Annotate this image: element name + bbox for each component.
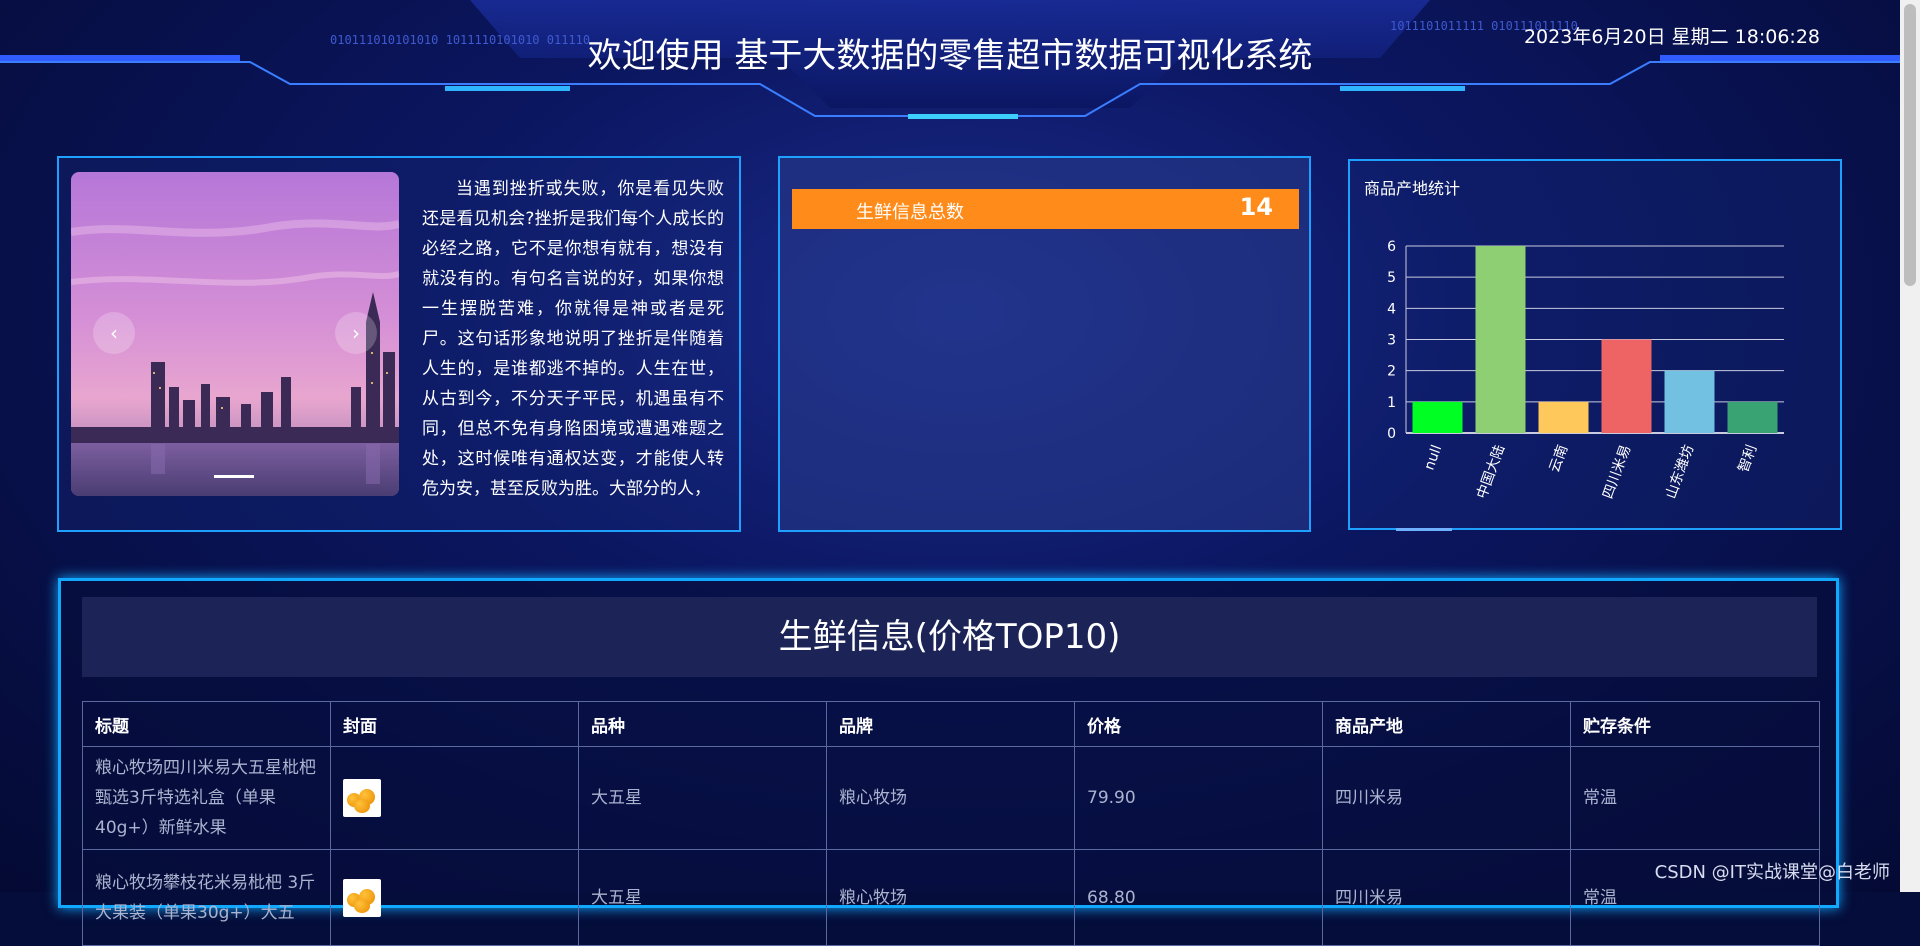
fresh-table: 标题 封面 品种 品牌 价格 商品产地 贮存条件 粮心牧场四川米易大五星枇杷 甄… [82, 701, 1820, 946]
table-row[interactable]: 粮心牧场攀枝花米易枇杷 3斤大果装（单果30g+）大五 大五星 粮心牧场 68.… [82, 849, 1820, 946]
cell-brand: 粮心牧场 [826, 746, 1075, 850]
fresh-count-label: 生鲜信息总数 [856, 202, 964, 223]
fresh-count-value: 14 [1239, 193, 1273, 221]
col-header-cover: 封面 [330, 701, 579, 747]
carousel-prev-button[interactable]: ‹ [93, 312, 135, 354]
chart-x-tick-label: 智利 [1736, 443, 1761, 475]
chart-bar [1412, 401, 1463, 433]
col-header-title: 标题 [82, 701, 331, 747]
carousel-indicator[interactable] [214, 475, 254, 478]
col-header-price: 价格 [1074, 701, 1323, 747]
fresh-table-section: 生鲜信息(价格TOP10) 标题 封面 品种 品牌 价格 商品产地 贮存条件 粮… [58, 578, 1839, 946]
chart-bar [1538, 401, 1589, 433]
chart-y-tick-label: 0 [1387, 426, 1396, 442]
chart-bar [1727, 401, 1778, 433]
table-header-row: 标题 封面 品种 品牌 价格 商品产地 贮存条件 [82, 701, 1820, 747]
cell-title: 粮心牧场攀枝花米易枇杷 3斤大果装（单果30g+）大五 [82, 849, 331, 946]
cell-variety: 大五星 [578, 746, 827, 850]
col-header-variety: 品种 [578, 701, 827, 747]
chart-x-tick-label: 四川米易 [1600, 443, 1634, 501]
origin-chart-panel: 商品产地统计 0 1 2 3 4 5 6 null 中国大陆 云南 四川米易 山东潍坊 智利 [1348, 159, 1842, 531]
cell-price: 79.90 [1074, 746, 1323, 850]
chart-y-tick-label: 6 [1387, 239, 1396, 255]
chart-bar [1664, 370, 1715, 433]
chart-y-tick-label: 4 [1387, 301, 1396, 317]
chart-x-tick-label: null [1421, 443, 1445, 472]
chart-x-tick-label: 云南 [1547, 443, 1572, 475]
chart-bar [1475, 246, 1526, 433]
table-row[interactable]: 粮心牧场四川米易大五星枇杷 甄选3斤特选礼盒（单果40g+）新鲜水果 大五星 粮… [82, 746, 1820, 850]
cell-price: 68.80 [1074, 849, 1323, 946]
header: 010111010101010 1011110101010 011110 101… [0, 0, 1900, 130]
datetime: 2023年6月20日 星期二 18:06:28 [1523, 26, 1820, 48]
cell-title: 粮心牧场四川米易大五星枇杷 甄选3斤特选礼盒（单果40g+）新鲜水果 [82, 746, 331, 850]
col-header-brand: 品牌 [826, 701, 1075, 747]
loquat-thumbnail-icon[interactable] [343, 878, 381, 917]
cell-origin: 四川米易 [1322, 849, 1571, 946]
loquat-thumbnail-icon[interactable] [343, 779, 381, 817]
chart-y-tick-label: 3 [1387, 333, 1396, 349]
page-scrollbar[interactable] [1900, 0, 1920, 892]
scrollbar-thumb[interactable] [1904, 4, 1916, 286]
carousel-next-button[interactable]: › [335, 312, 377, 354]
intro-paragraph: 当遇到挫折或失败，你是看见失败还是看见机会?挫折是我们每个人成长的必经之路，它不… [422, 179, 724, 499]
chart-x-tick-label: 中国大陆 [1474, 443, 1508, 501]
watermark: CSDN @IT实战课堂@白老师 [1654, 862, 1890, 883]
cell-cover [330, 849, 579, 946]
chart-y-tick-label: 5 [1387, 270, 1396, 286]
cell-brand: 粮心牧场 [826, 849, 1075, 946]
table-section-title: 生鲜信息(价格TOP10) [82, 597, 1817, 677]
cell-variety: 大五星 [578, 849, 827, 946]
panel-accent-line [1396, 528, 1452, 531]
chart-x-tick-label: 山东潍坊 [1663, 443, 1697, 501]
col-header-storage: 贮存条件 [1570, 701, 1820, 747]
chart-y-tick-label: 1 [1387, 395, 1396, 411]
cell-origin: 四川米易 [1322, 746, 1571, 850]
chart-bar [1601, 339, 1652, 433]
cell-cover [330, 746, 579, 850]
chart-y-tick-label: 2 [1387, 364, 1396, 380]
image-carousel[interactable]: ‹ › [71, 172, 399, 496]
origin-bar-chart: 0 1 2 3 4 5 6 null 中国大陆 云南 四川米易 山东潍坊 智利 [1387, 239, 1784, 501]
stat-panel: 生鲜信息总数 14 [778, 156, 1311, 532]
intro-panel: ‹ › 当遇到挫折或失败，你是看见失败还是看见机会?挫折是我们每个人成长的必经之… [57, 156, 741, 532]
col-header-origin: 商品产地 [1322, 701, 1571, 747]
fresh-count-card: 生鲜信息总数 14 [792, 189, 1299, 229]
cell-storage: 常温 [1570, 746, 1820, 850]
